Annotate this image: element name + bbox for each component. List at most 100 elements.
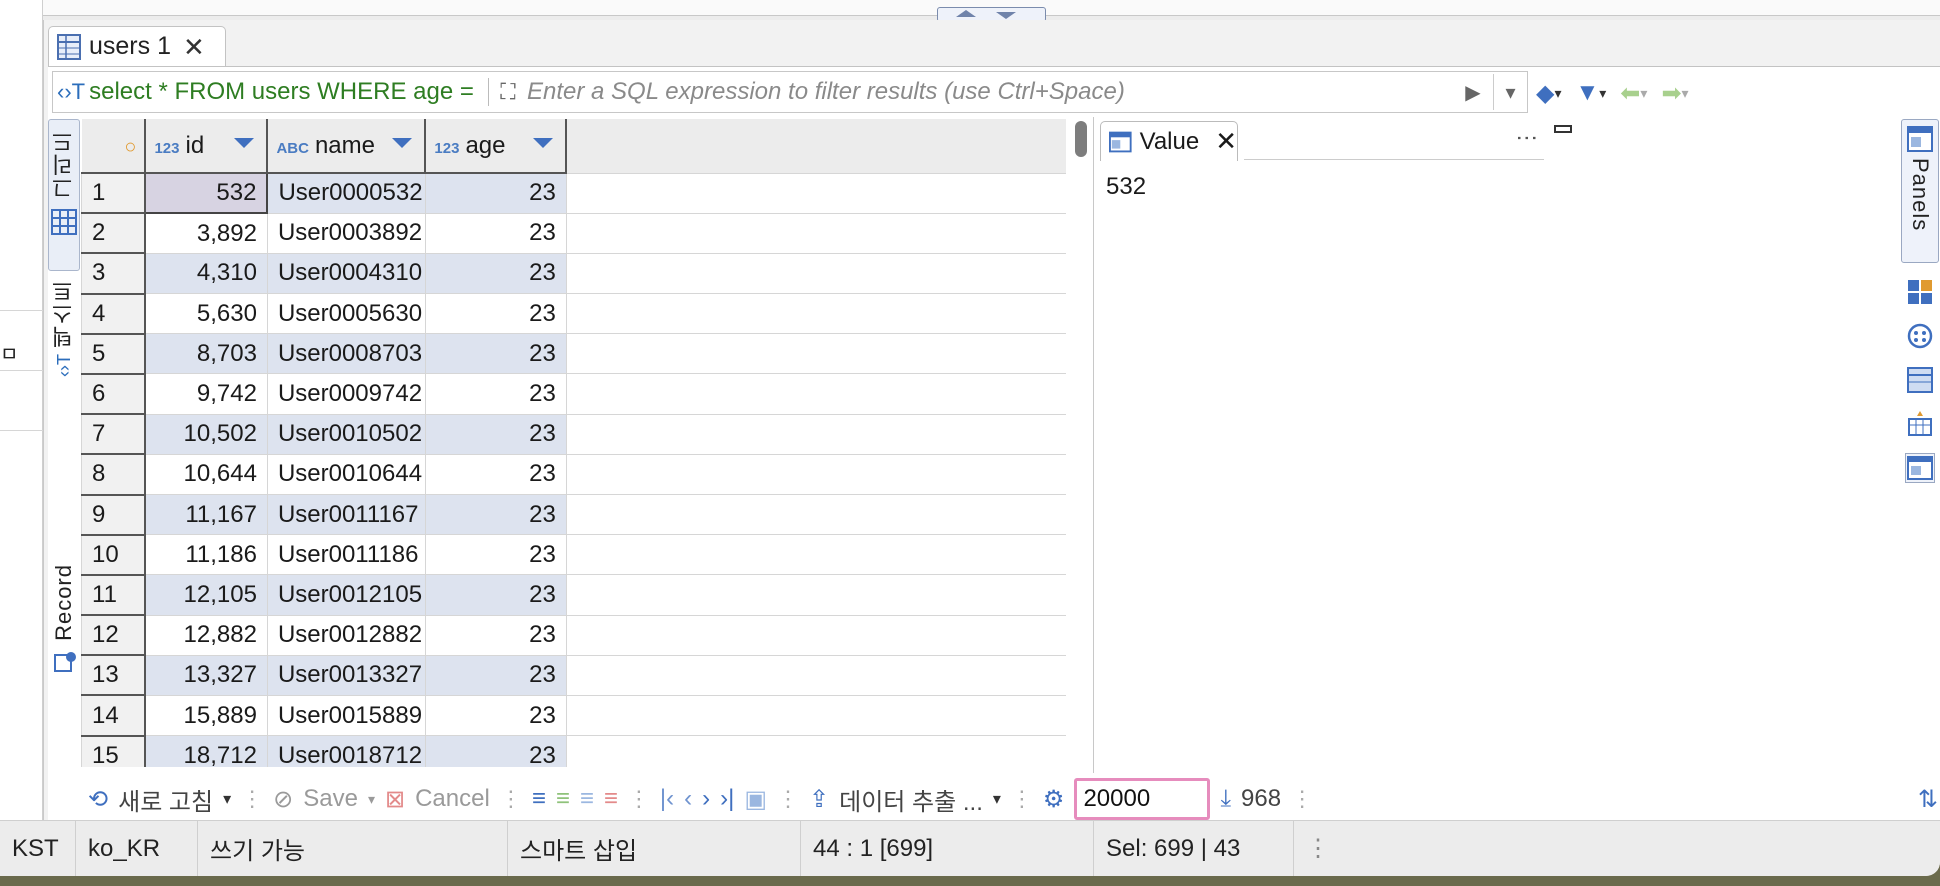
previous-page-icon[interactable]: ‹ (684, 785, 692, 813)
cell-id[interactable]: 10,502 (144, 413, 268, 455)
first-page-icon[interactable]: |‹ (660, 785, 674, 813)
cell-age[interactable]: 23 (424, 333, 567, 375)
tab-grid[interactable]: 그리드 (48, 119, 80, 271)
cell-id[interactable]: 12,882 (144, 614, 268, 656)
refresh-button[interactable]: 새로 고침 (118, 782, 213, 817)
tab-record[interactable]: Record (48, 564, 80, 675)
column-header-id[interactable]: 123 id (145, 119, 269, 174)
cell-id[interactable]: 5,630 (144, 293, 268, 335)
row-number[interactable]: 1 (81, 172, 147, 215)
filter-query-history[interactable]: ‹›T select * FROM users WHERE age = (53, 78, 489, 106)
cell-name[interactable]: User0013327 (266, 654, 426, 696)
tab-value[interactable]: Value ✕ (1100, 121, 1238, 161)
cell-name[interactable]: User0010644 (266, 453, 426, 496)
sort-arrow-icon[interactable] (234, 137, 255, 148)
cell-age[interactable]: 23 (424, 654, 567, 696)
cell-age[interactable]: 23 (424, 534, 567, 576)
cell-name[interactable]: User0010502 (266, 413, 426, 455)
export-icon[interactable]: ⇪ (809, 785, 829, 814)
table-row[interactable]: 1 532 User0000532 23 (81, 171, 1066, 215)
row-number[interactable]: 12 (81, 614, 147, 657)
cell-age[interactable]: 23 (424, 574, 567, 616)
edit-row-icon[interactable]: ≡ (532, 785, 546, 813)
close-icon[interactable]: ✕ (183, 34, 205, 60)
cell-age[interactable]: 23 (424, 373, 567, 415)
table-row[interactable]: 9 11,167 User0011167 23 (81, 493, 1066, 536)
row-number[interactable]: 13 (81, 654, 147, 697)
refresh-dropdown-icon[interactable]: ▾ (223, 789, 231, 809)
add-row-icon[interactable]: ≡ (556, 785, 570, 813)
tab-text[interactable]: 텍스트 ‹›T (48, 279, 80, 377)
gear-icon[interactable]: ⚙ (1043, 785, 1065, 814)
cell-id[interactable]: 9,742 (144, 373, 268, 415)
last-page-icon[interactable]: ›| (720, 785, 734, 813)
save-button[interactable]: Save (303, 785, 358, 813)
vertical-scrollbar[interactable] (1075, 121, 1087, 157)
eraser-icon[interactable]: ◆ ▾ (1536, 79, 1562, 108)
cell-name[interactable]: User0011167 (266, 493, 426, 536)
cell-age[interactable]: 23 (424, 293, 567, 335)
cell-name[interactable]: User0008703 (266, 333, 426, 375)
fetch-next-icon[interactable]: ⤓ (1220, 785, 1231, 813)
select-all-corner[interactable]: ○ (81, 119, 147, 174)
references-icon[interactable] (1905, 321, 1935, 351)
table-row[interactable]: 3 4,310 User0004310 23 (81, 252, 1066, 295)
refresh-icon[interactable]: ⟲ (88, 785, 108, 814)
results-grid[interactable]: ○ 123 id ABC name 123 age 1 532 User0000532 23… (81, 119, 1066, 767)
cell-id[interactable]: 18,712 (144, 735, 268, 767)
cell-age[interactable]: 23 (424, 212, 567, 254)
row-number[interactable]: 14 (81, 694, 147, 737)
export-button[interactable]: 데이터 추출 ... (839, 782, 983, 817)
column-header-age[interactable]: 123 age (425, 119, 568, 174)
cell-name[interactable]: User0000532 (266, 172, 426, 214)
sort-arrow-icon[interactable] (392, 137, 413, 148)
table-row[interactable]: 14 15,889 User0015889 23 (81, 694, 1066, 737)
cell-id[interactable]: 12,105 (144, 574, 268, 616)
copy-row-icon[interactable]: ≡ (580, 785, 594, 813)
value-content[interactable]: 532 (1106, 173, 1146, 201)
table-row[interactable]: 13 13,327 User0013327 23 (81, 654, 1066, 697)
calculator-icon[interactable] (1905, 277, 1935, 307)
cell-age[interactable]: 23 (424, 453, 567, 496)
fetch-size-input[interactable] (1074, 778, 1211, 820)
cell-name[interactable]: User0012882 (266, 614, 426, 656)
table-row[interactable]: 8 10,644 User0010644 23 (81, 453, 1066, 496)
cell-id[interactable]: 11,186 (144, 534, 268, 576)
table-row[interactable]: 5 8,703 User0008703 23 (81, 333, 1066, 375)
forward-arrow-icon[interactable]: ➡ ▾ (1661, 79, 1688, 108)
filter-icon[interactable]: ▼ ▾ (1576, 79, 1607, 107)
table-row[interactable]: 12 12,882 User0012882 23 (81, 614, 1066, 657)
sort-arrow-icon[interactable] (533, 137, 554, 148)
next-page-icon[interactable]: › (702, 785, 710, 813)
row-number[interactable]: 2 (81, 212, 147, 255)
cell-id[interactable]: 10,644 (144, 453, 268, 496)
row-number[interactable]: 9 (81, 493, 147, 536)
row-number[interactable]: 7 (81, 413, 147, 456)
filter-input[interactable] (527, 78, 1453, 106)
cell-name[interactable]: User0005630 (266, 293, 426, 335)
cell-name[interactable]: User0004310 (266, 252, 426, 295)
grouping-icon[interactable] (1905, 365, 1935, 395)
table-row[interactable]: 10 11,186 User0011186 23 (81, 534, 1066, 576)
metadata-icon[interactable] (1905, 409, 1935, 439)
row-number[interactable]: 15 (81, 735, 147, 767)
cell-id[interactable]: 15,889 (144, 694, 268, 737)
cell-age[interactable]: 23 (424, 493, 567, 536)
cell-name[interactable]: User0003892 (266, 212, 426, 254)
tab-users-1[interactable]: users 1 ✕ (48, 26, 226, 66)
view-menu-icon[interactable]: ⋮ (1514, 127, 1540, 149)
cell-name[interactable]: User0018712 (266, 735, 426, 767)
row-number[interactable]: 11 (81, 574, 147, 617)
row-number[interactable]: 3 (81, 252, 147, 295)
cell-age[interactable]: 23 (424, 614, 567, 656)
cell-id[interactable]: 4,310 (144, 252, 268, 295)
layout-toggle-icon[interactable]: ⇅ (1918, 785, 1938, 814)
cell-name[interactable]: User0011186 (266, 534, 426, 576)
table-row[interactable]: 2 3,892 User0003892 23 (81, 212, 1066, 255)
cancel-button[interactable]: Cancel (415, 785, 490, 813)
cell-age[interactable]: 23 (424, 735, 567, 767)
table-row[interactable]: 11 12,105 User0012105 23 (81, 574, 1066, 617)
filter-history-dropdown-icon[interactable]: ▾ (1493, 74, 1527, 110)
delete-row-icon[interactable]: ≡ (604, 785, 618, 813)
cell-name[interactable]: User0009742 (266, 373, 426, 415)
